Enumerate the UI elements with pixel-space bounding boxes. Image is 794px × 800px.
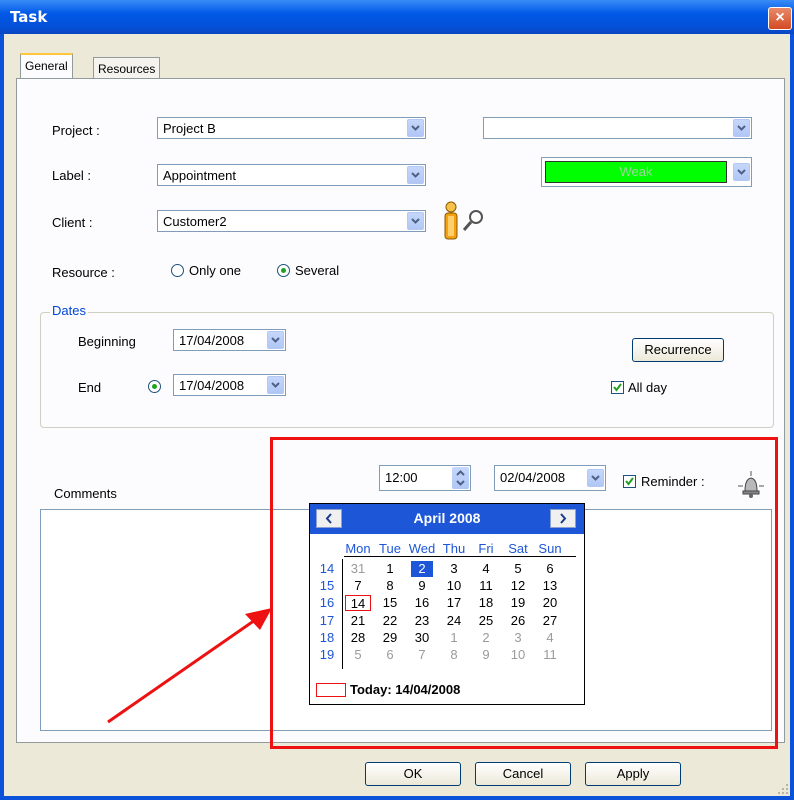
label-value: Appointment [163,168,236,183]
tab-general-label: General [25,59,68,73]
red-arrow-icon [107,608,272,724]
comments-label: Comments [54,486,117,501]
beginning-label: Beginning [78,334,136,349]
close-button[interactable]: × [768,7,792,30]
ok-button[interactable]: OK [365,762,461,786]
resize-grip-icon[interactable] [776,782,790,796]
title-bar[interactable]: Task × [0,0,794,34]
dates-group [40,312,774,428]
project-secondary-combo[interactable] [483,117,752,139]
label-combo[interactable]: Appointment [157,164,426,186]
resource-only-one-label: Only one [189,263,242,278]
window-title: Task [10,8,48,26]
client-value: Customer2 [163,214,227,229]
resource-several-radio[interactable] [277,264,290,277]
priority-value: Weak [545,161,727,183]
allday-checkbox[interactable] [611,381,624,394]
task-dialog: Task × General Resources Project : Proje… [0,0,794,800]
project-value: Project B [163,121,216,136]
priority-combo[interactable]: Weak [541,157,752,187]
check-icon [613,383,622,392]
recurrence-button[interactable]: Recurrence [632,338,724,362]
beginning-date-picker[interactable]: 17/04/2008 [173,329,286,351]
chevron-down-icon[interactable] [407,119,424,137]
cancel-button[interactable]: Cancel [475,762,571,786]
tab-general[interactable]: General [20,53,73,80]
chevron-down-icon[interactable] [407,166,424,184]
end-date-picker[interactable]: 17/04/2008 [173,374,286,396]
resource-several-label: Several [295,263,340,278]
end-label: End [78,380,102,395]
allday-label: All day [628,380,668,395]
resource-label: Resource : [52,265,115,280]
project-combo[interactable]: Project B [157,117,426,139]
chevron-down-icon[interactable] [407,212,424,230]
chevron-down-icon[interactable] [267,331,284,349]
tab-resources[interactable]: Resources [93,57,161,80]
beginning-date-value: 17/04/2008 [179,333,245,348]
client-label: Client : [52,215,93,230]
apply-button[interactable]: Apply [585,762,681,786]
chevron-down-icon[interactable] [267,376,284,394]
end-date-value: 17/04/2008 [179,378,245,393]
end-date-radio[interactable] [148,380,161,393]
resource-only-one-radio[interactable] [171,264,184,277]
client-search-icon[interactable] [440,200,492,244]
tab-resources-label: Resources [98,62,156,76]
chevron-down-icon[interactable] [733,119,750,137]
label-label: Label : [52,168,92,183]
highlight-box [270,437,778,749]
dates-group-label: Dates [50,303,88,318]
chevron-down-icon[interactable] [733,163,750,181]
project-label: Project : [52,123,100,138]
client-combo[interactable]: Customer2 [157,210,426,232]
